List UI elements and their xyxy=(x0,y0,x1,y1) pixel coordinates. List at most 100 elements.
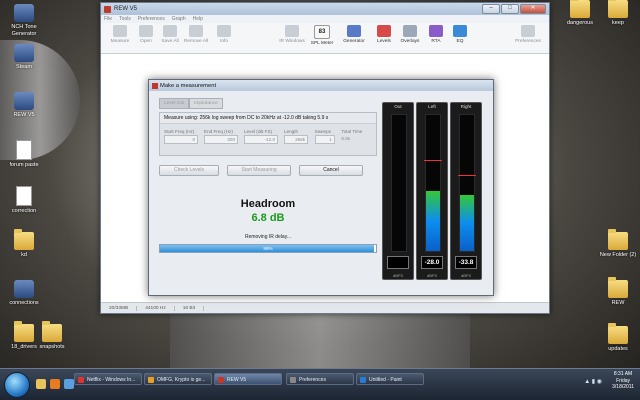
taskbar-task-preferences[interactable]: Preferences xyxy=(286,373,354,385)
task-label: OMFG, Krypto is ge... xyxy=(157,377,206,383)
meter-title: Out xyxy=(394,104,402,109)
dialog-titlebar[interactable]: Make a measurement xyxy=(149,80,493,91)
meter-unit: dBFS xyxy=(392,273,403,278)
meter-track xyxy=(458,114,476,252)
app-icon xyxy=(14,4,34,22)
maximize-button[interactable]: □ xyxy=(501,4,519,14)
clock-time: 8:31 AM xyxy=(613,371,633,377)
toolbar-measure-button[interactable]: Measure xyxy=(107,25,133,44)
wrench-icon xyxy=(521,25,535,37)
meter-track xyxy=(424,114,442,252)
close-button[interactable]: ✕ xyxy=(520,4,546,14)
toolbar-label: RTA xyxy=(431,39,441,44)
desktop-icon-nch-tone-generator[interactable]: NCH Tone Generator xyxy=(2,4,46,37)
menu-help[interactable]: Help xyxy=(193,16,203,22)
toolbar-remove-all-button[interactable]: Remove All xyxy=(183,25,209,44)
toolbar-generator-button[interactable]: Generator xyxy=(341,25,367,44)
tab-level-cal[interactable]: Level Cal xyxy=(159,98,189,109)
toolbar-overlays-button[interactable]: Overlays xyxy=(397,25,423,44)
taskbar-task-netflix-windows-in[interactable]: Netflix - Windows In... xyxy=(74,373,142,385)
desktop-icon-rew-v5[interactable]: REW V5 xyxy=(2,92,46,119)
field-input[interactable]: 256k xyxy=(284,135,309,144)
status-message: Removing IR delay... xyxy=(244,234,292,240)
clock[interactable]: 8:31 AM Friday 3/18/2011 xyxy=(612,371,634,391)
desktop-icon-connections[interactable]: connections xyxy=(2,280,46,307)
explorer-quicklaunch-icon[interactable] xyxy=(36,379,46,389)
taskbar-task-rew-v5[interactable]: REW V5 xyxy=(214,373,282,385)
meter-peak-marker xyxy=(424,160,442,162)
meter-readout xyxy=(387,256,409,269)
folder-icon xyxy=(608,277,628,298)
info-icon xyxy=(217,25,231,37)
eq-icon xyxy=(453,25,467,37)
field-value: 200 xyxy=(227,137,236,142)
minimize-button[interactable]: – xyxy=(482,4,500,14)
toolbar-info-button[interactable]: Info xyxy=(211,25,237,44)
desktop-icon-label: correction xyxy=(11,208,37,214)
task-label: Untitled - Paint xyxy=(369,377,402,383)
toolbar-save-all-button[interactable]: Save All xyxy=(157,25,183,44)
measurement-dialog[interactable]: Make a measurement Level Cal Impedance M… xyxy=(148,79,494,296)
taskbar-task-omfg-krypto-is-ge[interactable]: OMFG, Krypto is ge... xyxy=(144,373,212,385)
app-icon xyxy=(14,92,34,110)
menu-file[interactable]: File xyxy=(104,16,112,22)
menu-preferences[interactable]: Preferences xyxy=(138,16,165,22)
system-tray-icons[interactable]: ▲ ▮ ◉ xyxy=(584,378,602,385)
desktop-icon-new-folder-2[interactable]: New Folder (2) xyxy=(596,229,640,259)
field-start-freq-hz: Start Freq (Hz) 0 xyxy=(164,129,198,144)
desktop-icon-forum-paste[interactable]: forum paste xyxy=(2,140,46,169)
toolbar-ir-windows-button[interactable]: IR Windows xyxy=(279,25,305,44)
tab-impedance[interactable]: Impedance xyxy=(189,98,223,109)
field-label: Start Freq (Hz) xyxy=(164,129,195,134)
field-value: 0 xyxy=(192,137,195,142)
media-player-quicklaunch-icon[interactable] xyxy=(50,379,60,389)
desktop-icon-updates[interactable]: updates xyxy=(596,323,640,353)
meter-title: Right xyxy=(460,104,472,109)
toolbar-open-button[interactable]: Open xyxy=(133,25,159,44)
start-measuring-button[interactable]: Start Measuring xyxy=(227,165,291,176)
show-desktop-quicklaunch-icon[interactable] xyxy=(64,379,74,389)
task-label: Netflix - Windows In... xyxy=(87,377,136,383)
desktop-icon-label: Steam xyxy=(16,64,32,70)
toolbar-spl-meter-button[interactable]: 83 SPL Meter xyxy=(309,25,335,46)
level-meters: Out dBFS Left -28.0 dBFS Right -33.8 dBFS xyxy=(382,102,482,280)
start-button[interactable] xyxy=(4,372,30,398)
desktop-icon-snapshots[interactable]: snapshots xyxy=(30,321,74,351)
sweep-settings-panel: Measure using: 256k log sweep from DC to… xyxy=(159,112,377,156)
desktop-icon-rew[interactable]: REW xyxy=(596,277,640,307)
meter-right: Right -33.8 dBFS xyxy=(450,102,482,280)
toolbar-levels-button[interactable]: Levels xyxy=(371,25,397,44)
field-input[interactable]: 200 xyxy=(204,135,239,144)
menu-graph[interactable]: Graph xyxy=(172,16,186,22)
doc-icon xyxy=(16,186,32,206)
folder-open-icon xyxy=(139,25,153,37)
field-value: 1 xyxy=(329,137,332,142)
overlays-icon xyxy=(403,25,417,37)
desktop-icon-kd[interactable]: kd xyxy=(2,229,46,259)
rta-icon xyxy=(429,25,443,37)
field-input[interactable]: -12.0 xyxy=(244,135,279,144)
meter-fill xyxy=(426,191,440,251)
toolbar-preferences-button[interactable]: Preferences xyxy=(515,25,541,44)
field-input[interactable]: 0 xyxy=(164,135,198,144)
desktop-icon-steam[interactable]: Steam xyxy=(2,44,46,71)
cancel-button[interactable]: Cancel xyxy=(299,165,363,176)
meter-readout: -33.8 xyxy=(455,256,477,269)
taskbar-task-untitled-paint[interactable]: Untitled - Paint xyxy=(356,373,424,385)
field-value: 256k xyxy=(295,137,306,142)
headroom-title: Headroom xyxy=(240,198,296,210)
progress-bar: 99% xyxy=(159,244,377,253)
check-levels-button[interactable]: Check Levels xyxy=(159,165,219,176)
rew-titlebar[interactable]: REW V5 – □ ✕ xyxy=(101,3,549,15)
desktop-icon-label: kd xyxy=(21,252,27,258)
field-label: Sweeps xyxy=(314,129,331,134)
field-input[interactable]: 1 xyxy=(314,135,335,144)
toolbar-eq-button[interactable]: EQ xyxy=(447,25,473,44)
field-input[interactable]: 5.9s xyxy=(341,135,363,142)
desktop-icon-correction[interactable]: correction xyxy=(2,186,46,215)
desktop-icon-keep[interactable]: keep xyxy=(596,0,640,27)
menu-tools[interactable]: Tools xyxy=(119,16,131,22)
toolbar-rta-button[interactable]: RTA xyxy=(423,25,449,44)
folder-icon xyxy=(608,0,628,18)
meter-unit: dBFS xyxy=(426,273,437,278)
